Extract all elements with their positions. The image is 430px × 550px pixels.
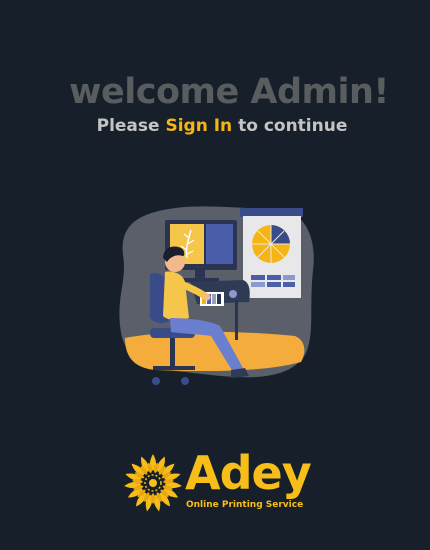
welcome-heading: welcome Admin! — [69, 72, 389, 112]
designer-illustration — [115, 200, 315, 395]
sunflower-logo-icon — [122, 452, 184, 514]
brand-logo: Adey Online Printing Service — [122, 448, 332, 514]
prompt-suffix: to continue — [238, 116, 348, 136]
sign-in-prompt: Please Sign In to continue — [0, 114, 430, 138]
prompt-prefix: Please — [96, 116, 160, 136]
brand-name: Adey — [185, 446, 312, 500]
brand-tagline: Online Printing Service — [186, 500, 304, 510]
sign-in-link[interactable]: Sign In — [165, 116, 232, 136]
